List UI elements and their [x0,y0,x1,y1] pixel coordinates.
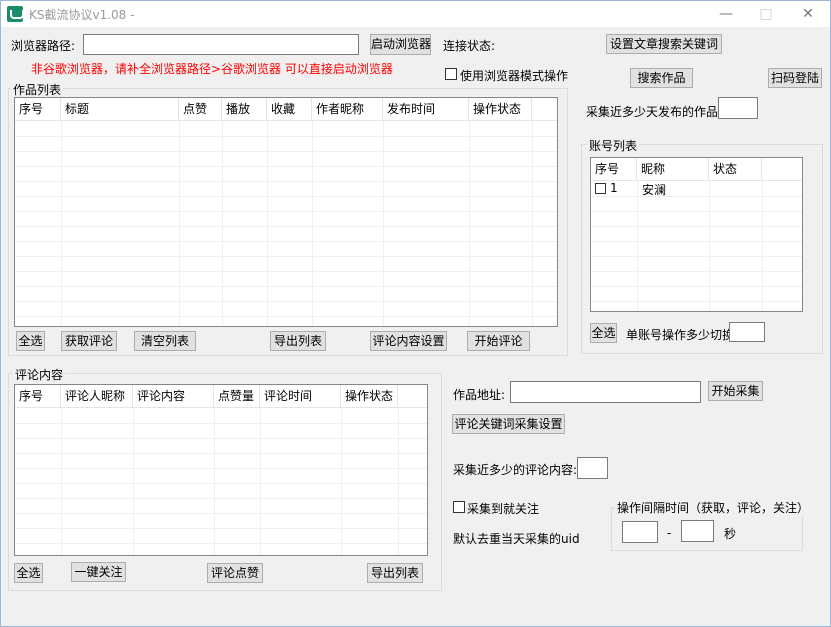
accounts-group-title: 账号列表 [587,137,640,154]
window-title: KS截流协议v1.08 - [29,8,135,22]
set-keywords-button[interactable]: 设置文章搜索关键词 [606,34,722,54]
recent-comments-label: 采集近多少的评论内容: [453,463,578,477]
works-list[interactable]: 序号 标题 点赞 播放 收藏 作者昵称 发布时间 操作状态 [14,97,558,327]
recent-days-label: 采集近多少天发布的作品: [586,105,723,119]
scan-login-button[interactable]: 扫码登陆 [768,68,822,88]
interval-unit: 秒 [724,527,737,541]
works-export-button[interactable]: 导出列表 [270,331,326,351]
interval-max-input[interactable] [681,520,714,542]
get-comments-button[interactable]: 获取评论 [61,331,117,351]
interval-group-title: 操作间隔时间（获取，评论，关注） [615,499,812,516]
dedupe-hint: 默认去重当天采集的uid [453,532,580,546]
comments-col-content[interactable]: 评论内容 [133,385,214,408]
keyword-collect-settings-button[interactable]: 评论关键词采集设置 [452,414,565,434]
search-works-button[interactable]: 搜索作品 [630,68,693,88]
works-group-title: 作品列表 [11,81,64,98]
interval-dash: - [667,526,672,540]
works-col-publish-time[interactable]: 发布时间 [383,98,469,121]
works-col-plays[interactable]: 播放 [222,98,267,121]
works-col-title[interactable]: 标题 [61,98,179,121]
account-row-checkbox[interactable] [595,183,606,194]
recent-comments-input[interactable] [577,457,608,479]
account-row-index: 1 [610,181,618,195]
accounts-col-status[interactable]: 状态 [709,158,762,181]
works-select-all-button[interactable]: 全选 [16,331,45,351]
comments-list[interactable]: 序号 评论人昵称 评论内容 点赞量 评论时间 操作状态 [14,384,428,556]
app-icon [7,6,24,22]
comments-list-header: 序号 评论人昵称 评论内容 点赞量 评论时间 操作状态 [15,385,427,408]
switch-count-label: 单账号操作多少切换: [626,328,739,342]
like-comments-button[interactable]: 评论点赞 [207,563,263,583]
comments-group-title: 评论内容 [13,366,66,383]
browser-path-input[interactable] [83,34,359,55]
accounts-col-nickname[interactable]: 昵称 [637,158,709,181]
comments-export-button[interactable]: 导出列表 [367,563,423,583]
comments-col-time[interactable]: 评论时间 [260,385,341,408]
works-col-favorites[interactable]: 收藏 [267,98,312,121]
switch-count-input[interactable] [729,322,765,342]
works-col-likes[interactable]: 点赞 [179,98,222,121]
works-col-status[interactable]: 操作状态 [469,98,532,121]
recent-days-input[interactable] [718,97,758,119]
comments-col-status[interactable]: 操作状态 [341,385,398,408]
accounts-list[interactable]: 序号 昵称 状态 1 安澜 [590,157,803,312]
maximize-button[interactable]: □ [751,3,781,25]
follow-on-collect-label: 采集到就关注 [467,502,540,516]
comments-select-all-button[interactable]: 全选 [14,563,43,583]
browser-path-label: 浏览器路径: [11,39,76,53]
comment-settings-button[interactable]: 评论内容设置 [370,331,447,351]
follow-all-button[interactable]: 一键关注 [71,562,126,582]
accounts-col-index[interactable]: 序号 [591,158,637,181]
start-comment-button[interactable]: 开始评论 [467,331,530,351]
clear-list-button[interactable]: 清空列表 [134,331,196,351]
works-list-header: 序号 标题 点赞 播放 收藏 作者昵称 发布时间 操作状态 [15,98,557,121]
comments-col-likes[interactable]: 点赞量 [214,385,260,408]
comments-col-commenter[interactable]: 评论人昵称 [61,385,133,408]
account-row[interactable]: 1 安澜 [591,180,802,197]
follow-on-collect-checkbox[interactable] [453,501,465,513]
comments-col-index[interactable]: 序号 [15,385,61,408]
works-col-index[interactable]: 序号 [15,98,61,121]
browser-hint: 非谷歌浏览器，请补全浏览器路径>谷歌浏览器 可以直接启动浏览器 [31,62,393,76]
title-bar: KS截流协议v1.08 - — □ ✕ [1,1,830,27]
browser-mode-checkbox[interactable] [445,68,457,80]
accounts-list-header: 序号 昵称 状态 [591,158,802,181]
close-button[interactable]: ✕ [793,3,823,25]
browser-mode-label: 使用浏览器模式操作 [460,69,569,83]
launch-browser-button[interactable]: 启动浏览器 [370,34,431,55]
work-url-label: 作品地址: [453,388,506,402]
start-collect-button[interactable]: 开始采集 [708,381,763,401]
interval-min-input[interactable] [622,521,658,543]
main-window: KS截流协议v1.08 - — □ ✕ 浏览器路径: 启动浏览器 连接状态: 非… [0,0,831,627]
connection-status-label: 连接状态: [443,39,496,53]
minimize-button[interactable]: — [711,3,741,25]
accounts-select-all-button[interactable]: 全选 [590,323,617,343]
work-url-input[interactable] [510,381,701,403]
works-col-author[interactable]: 作者昵称 [312,98,383,121]
